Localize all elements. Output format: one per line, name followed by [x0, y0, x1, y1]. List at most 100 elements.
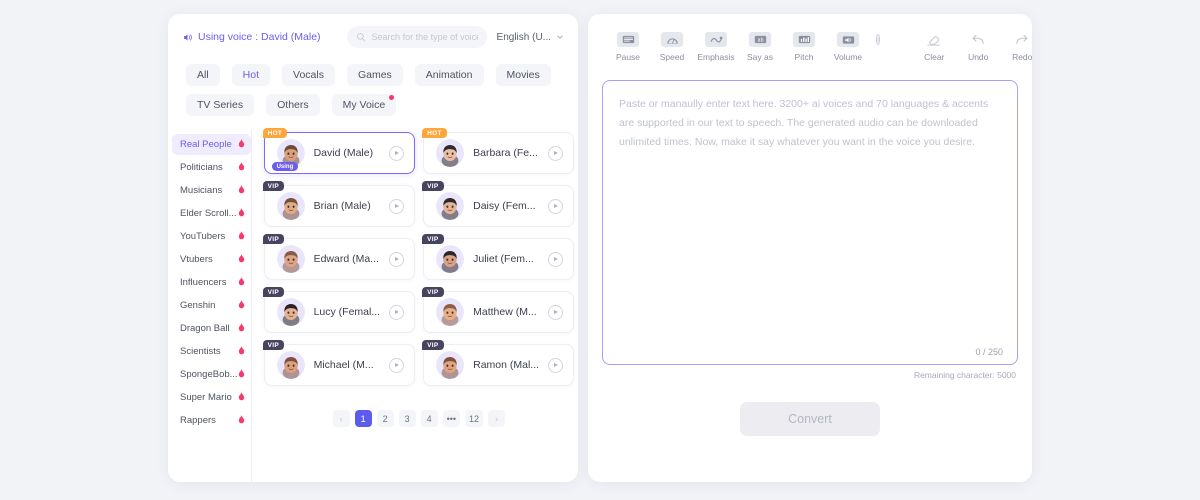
- badge-hot: HOT: [422, 128, 447, 138]
- category-tag-list: All Hot Vocals Games Animation Movies TV Serie…: [168, 60, 578, 116]
- avatar: Using: [271, 139, 305, 171]
- pagination-page-2[interactable]: 2: [376, 410, 394, 427]
- voice-card[interactable]: VIP Edward (Ma...: [262, 234, 416, 280]
- flame-icon: [238, 414, 245, 427]
- tool-volume[interactable]: Volume: [826, 32, 870, 62]
- language-select[interactable]: English (U...: [497, 32, 564, 43]
- notification-dot: [389, 95, 395, 100]
- tag-label: All: [197, 69, 209, 81]
- voice-name: Lucy (Femal...: [313, 306, 381, 318]
- sidebar-item-real-people[interactable]: Real People: [172, 134, 251, 155]
- play-button[interactable]: [389, 357, 405, 373]
- pitch-bars-icon: [793, 32, 815, 47]
- sidebar-item-vtubers[interactable]: Vtubers: [172, 249, 251, 270]
- tool-label: Speed: [659, 52, 685, 62]
- character-counter: 0 / 250: [975, 347, 1003, 357]
- tag-tv-series[interactable]: TV Series: [186, 94, 255, 116]
- app-root: Using voice : David (Male) English (U...…: [0, 0, 1200, 500]
- tool-label: Volume: [833, 52, 863, 62]
- tool-label: Pitch: [794, 52, 814, 62]
- play-button[interactable]: [548, 251, 564, 267]
- voice-name: Edward (Ma...: [313, 253, 379, 265]
- emphasis-wave-icon: [705, 32, 727, 47]
- sidebar-item-genshin[interactable]: Genshin: [172, 295, 251, 316]
- sidebar-item-label: YouTubers: [180, 231, 226, 242]
- sidebar-item-label: Dragon Ball: [180, 323, 230, 334]
- sidebar-item-elder-scroll[interactable]: Elder Scroll...: [172, 203, 251, 224]
- play-button[interactable]: [548, 357, 564, 373]
- voice-name: Brian (Male): [313, 200, 371, 212]
- voice-name: Daisy (Fem...: [473, 200, 536, 212]
- play-button[interactable]: [548, 304, 564, 320]
- play-button[interactable]: [389, 251, 405, 267]
- voice-card[interactable]: VIP Lucy (Femal...: [262, 287, 416, 333]
- tool-emphasis[interactable]: Emphasis: [694, 32, 738, 62]
- play-button[interactable]: [548, 145, 564, 161]
- sidebar-item-dragon-ball[interactable]: Dragon Ball: [172, 318, 251, 339]
- pagination-page-3[interactable]: 3: [398, 410, 416, 427]
- sidebar-item-musicians[interactable]: Musicians: [172, 180, 251, 201]
- play-button[interactable]: [389, 198, 405, 214]
- voice-card[interactable]: VIP Michael (M...: [262, 340, 416, 386]
- voice-name: David (Male): [313, 147, 374, 159]
- undo-arrow-icon: [967, 32, 989, 47]
- voice-card[interactable]: VIP Juliet (Fem...: [422, 234, 575, 280]
- pagination-page-•••[interactable]: •••: [442, 410, 461, 427]
- tag-vocals[interactable]: Vocals: [282, 64, 335, 86]
- sidebar-item-scientists[interactable]: Scientists: [172, 341, 251, 362]
- pagination-prev[interactable]: ‹: [332, 410, 350, 427]
- pagination-next[interactable]: ›: [488, 410, 506, 427]
- tag-animation[interactable]: Animation: [414, 64, 484, 86]
- clear-button[interactable]: Clear: [912, 32, 956, 62]
- voice-card[interactable]: VIP Daisy (Fem...: [422, 181, 575, 227]
- tool-pitch[interactable]: Pitch: [782, 32, 826, 62]
- sidebar-item-influencers[interactable]: Influencers: [172, 272, 251, 293]
- pagination-page-1[interactable]: 1: [354, 410, 372, 427]
- redo-button[interactable]: Redo: [1000, 32, 1044, 62]
- tool-speed[interactable]: Speed: [650, 32, 694, 62]
- badge-vip: VIP: [262, 181, 284, 191]
- ssml-tool-list: Pause Speed Emphasis ab Say as Pitch Volume: [606, 32, 870, 62]
- tag-my-voice[interactable]: My Voice: [331, 94, 397, 116]
- flame-icon: [238, 161, 245, 174]
- tag-label: My Voice: [342, 99, 386, 111]
- info-icon[interactable]: i: [876, 34, 881, 45]
- pagination-page-4[interactable]: 4: [420, 410, 438, 427]
- sidebar-item-rappers[interactable]: Rappers: [172, 410, 251, 431]
- tag-label: TV Series: [197, 99, 244, 111]
- sidebar-item-label: Vtubers: [180, 254, 213, 265]
- speaker-icon: [182, 32, 193, 43]
- tool-say-as[interactable]: ab Say as: [738, 32, 782, 62]
- voice-card[interactable]: VIP Brian (Male): [262, 181, 416, 227]
- sidebar-item-spongebob[interactable]: SpongeBob...: [172, 364, 251, 385]
- badge-vip: VIP: [262, 287, 284, 297]
- avatar: [436, 192, 465, 220]
- play-button[interactable]: [548, 198, 564, 214]
- voice-card[interactable]: VIP Ramon (Mal...: [422, 340, 575, 386]
- editor-toolbar: Pause Speed Emphasis ab Say as Pitch Volume i …: [588, 14, 1032, 64]
- text-input[interactable]: [603, 81, 1017, 364]
- sidebar-item-youtubers[interactable]: YouTubers: [172, 226, 251, 247]
- tag-others[interactable]: Others: [266, 94, 320, 116]
- undo-button[interactable]: Undo: [956, 32, 1000, 62]
- tag-games[interactable]: Games: [346, 64, 403, 86]
- play-button[interactable]: [389, 145, 405, 161]
- voice-card[interactable]: HOT Barbara (Fe...: [422, 128, 575, 174]
- play-button[interactable]: [389, 304, 405, 320]
- sidebar-item-super-mario[interactable]: Super Mario: [172, 387, 251, 408]
- voice-card[interactable]: HOT Using David (Male): [262, 128, 416, 174]
- tag-all[interactable]: All: [186, 64, 220, 86]
- convert-button[interactable]: Convert: [740, 402, 880, 436]
- avatar: [276, 351, 305, 379]
- voice-cards-area: HOT Using David (Male) HOT Barbara (Fe... VIP…: [252, 128, 584, 485]
- tag-movies[interactable]: Movies: [495, 64, 551, 86]
- sidebar-item-politicians[interactable]: Politicians: [172, 157, 251, 178]
- tool-pause[interactable]: Pause: [606, 32, 650, 62]
- tag-hot[interactable]: Hot: [231, 64, 271, 86]
- voice-card[interactable]: VIP Matthew (M...: [422, 287, 575, 333]
- search-input[interactable]: [371, 32, 478, 42]
- flame-icon: [238, 184, 245, 197]
- tool-label: Pause: [615, 52, 641, 62]
- search-box[interactable]: [346, 26, 487, 48]
- pagination-page-12[interactable]: 12: [465, 410, 484, 427]
